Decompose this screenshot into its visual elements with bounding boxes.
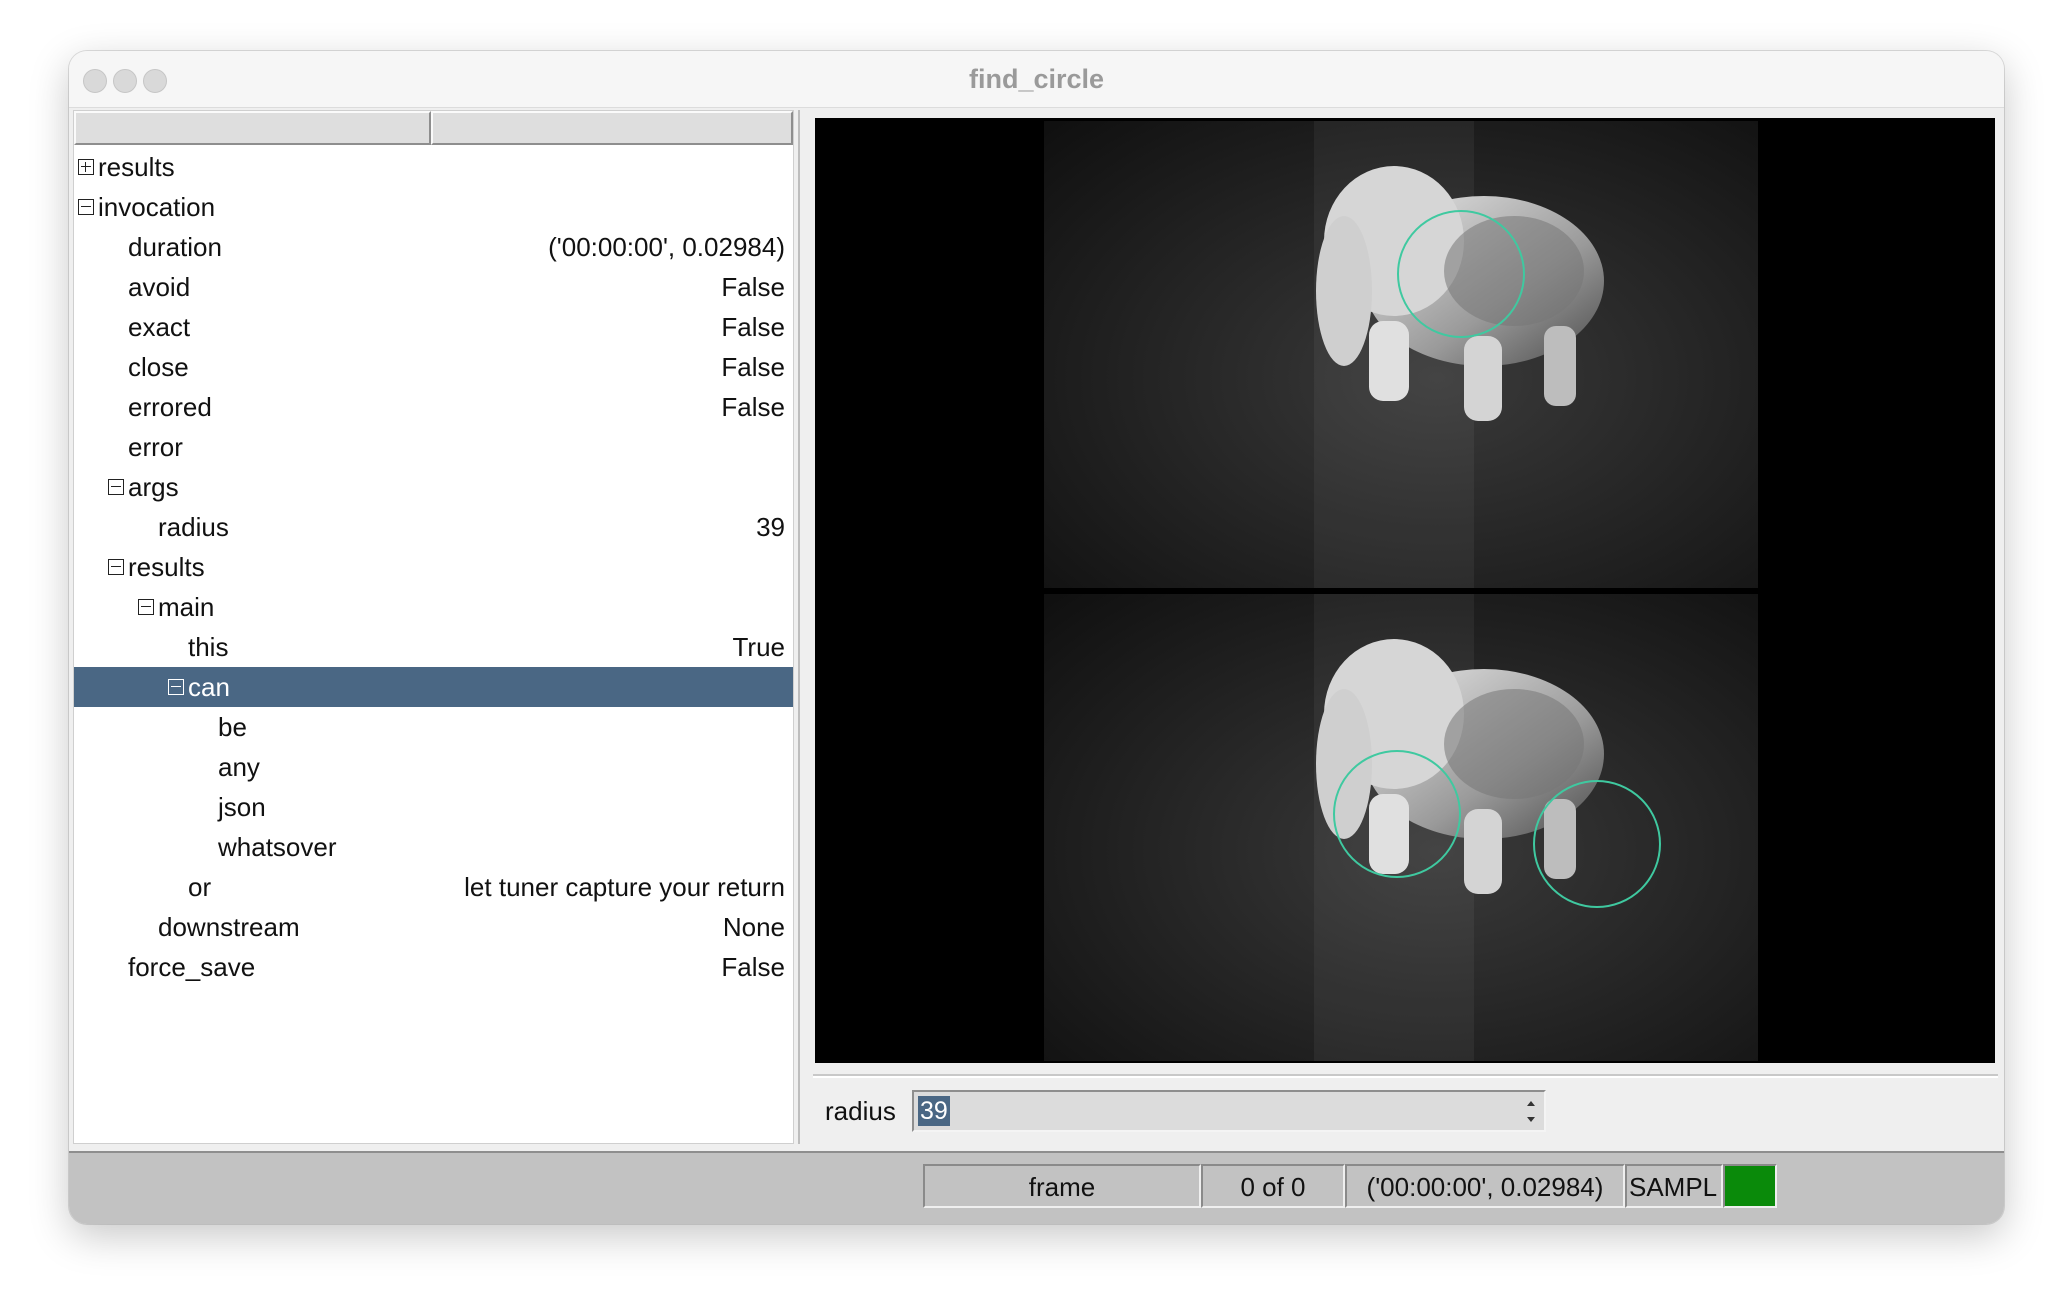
- tree-row-key: can: [188, 672, 230, 702]
- tree-column-header-key[interactable]: [74, 111, 431, 145]
- frame-label: frame: [923, 1164, 1201, 1208]
- tree-row-key: json: [218, 792, 266, 822]
- tree-row-key: be: [218, 712, 247, 742]
- tree-row[interactable]: args: [74, 467, 793, 507]
- collapse-icon[interactable]: [138, 599, 154, 615]
- tree-row[interactable]: invocation: [74, 187, 793, 227]
- tree-row[interactable]: main: [74, 587, 793, 627]
- tree-row[interactable]: results: [74, 147, 793, 187]
- tree-row-key: any: [218, 752, 260, 782]
- frame-counter: 0 of 0: [1201, 1164, 1345, 1208]
- tree-row-key: whatsover: [218, 832, 337, 862]
- tree-row-value: False: [721, 952, 785, 982]
- increment-arrow-icon[interactable]: [1522, 1094, 1540, 1111]
- collapse-icon[interactable]: [168, 679, 184, 695]
- collapse-icon[interactable]: [108, 479, 124, 495]
- panel-splitter[interactable]: [798, 110, 806, 1144]
- tree-row[interactable]: errored False: [74, 387, 793, 427]
- tree-row-key: close: [128, 352, 189, 382]
- tree-row[interactable]: close False: [74, 347, 793, 387]
- tree-row[interactable]: can: [74, 667, 793, 707]
- tree-row-value: None: [722, 912, 785, 942]
- output-image-frame: [1044, 594, 1758, 1061]
- tree-row[interactable]: radius 39: [74, 507, 793, 547]
- expand-icon[interactable]: [78, 159, 94, 175]
- tree-row-key: downstream: [158, 912, 300, 942]
- collapse-icon[interactable]: [78, 199, 94, 215]
- tree-row-key: results: [98, 152, 175, 182]
- tree-row[interactable]: whatsover: [74, 827, 793, 867]
- tree-row-key: avoid: [128, 272, 191, 302]
- window-title: find_circle: [968, 64, 1105, 94]
- tree-row-key: this: [188, 632, 229, 662]
- tree-row-value: ('00:00:00', 0.02984): [548, 232, 785, 262]
- tree-row[interactable]: this True: [74, 627, 793, 667]
- tree-row-value: True: [732, 632, 786, 662]
- tree-row[interactable]: be: [74, 707, 793, 747]
- tree-row-key: main: [158, 592, 215, 622]
- radius-spinbox[interactable]: 39: [912, 1090, 1546, 1132]
- tree-row-key: radius: [158, 512, 229, 542]
- tree-row[interactable]: error: [74, 427, 793, 467]
- tree-row-key: args: [128, 472, 179, 502]
- tree-row-key: errored: [128, 392, 212, 422]
- tree-column-header-value[interactable]: [431, 111, 793, 145]
- tree-row-key: duration: [128, 232, 222, 262]
- tree-row-key: exact: [128, 312, 191, 342]
- tree-row[interactable]: json: [74, 787, 793, 827]
- tree-row[interactable]: or let tuner capture your return: [74, 867, 793, 907]
- tree-row[interactable]: any: [74, 747, 793, 787]
- radius-value[interactable]: 39: [918, 1096, 950, 1126]
- results-tree-panel: results invocation duration ('00:00:00', 0.…: [73, 110, 794, 1144]
- image-viewer: [815, 118, 1995, 1063]
- tree-row-value: False: [721, 312, 785, 342]
- tree-row[interactable]: results: [74, 547, 793, 587]
- tree-row[interactable]: exact False: [74, 307, 793, 347]
- decrement-arrow-icon[interactable]: [1522, 1111, 1540, 1128]
- tree-row-value: False: [721, 272, 785, 302]
- tree-row-value: False: [721, 392, 785, 422]
- radius-stepper[interactable]: [1522, 1094, 1540, 1128]
- results-tree: results invocation duration ('00:00:00', 0.…: [74, 147, 793, 987]
- tree-row[interactable]: duration ('00:00:00', 0.02984): [74, 227, 793, 267]
- mode-indicator: SAMPL: [1625, 1164, 1723, 1208]
- status-light: [1723, 1164, 1777, 1208]
- timing-readout: ('00:00:00', 0.02984): [1345, 1164, 1625, 1208]
- tree-row-value: 39: [756, 512, 785, 542]
- status-bar: frame 0 of 0 ('00:00:00', 0.02984) SAMPL: [69, 1151, 2004, 1224]
- tree-row-value: let tuner capture your return: [464, 872, 785, 902]
- controls-separator: [813, 1074, 1998, 1078]
- tree-row[interactable]: avoid False: [74, 267, 793, 307]
- tree-row[interactable]: downstream None: [74, 907, 793, 947]
- tree-row-key: invocation: [98, 192, 216, 222]
- tree-row[interactable]: force_save False: [74, 947, 793, 987]
- tree-row-key: force_save: [128, 952, 256, 982]
- radius-label: radius: [825, 1096, 896, 1126]
- collapse-icon[interactable]: [108, 559, 124, 575]
- input-image-frame: [1044, 121, 1758, 588]
- tree-row-key: error: [128, 432, 183, 462]
- tree-row-key: results: [128, 552, 205, 582]
- title-bar: find_circle: [69, 51, 2004, 108]
- tree-row-key: or: [188, 872, 212, 902]
- tree-column-headers: [74, 111, 795, 147]
- app-window: find_circle results invocation duration ('0…: [69, 51, 2004, 1224]
- tree-row-value: False: [721, 352, 785, 382]
